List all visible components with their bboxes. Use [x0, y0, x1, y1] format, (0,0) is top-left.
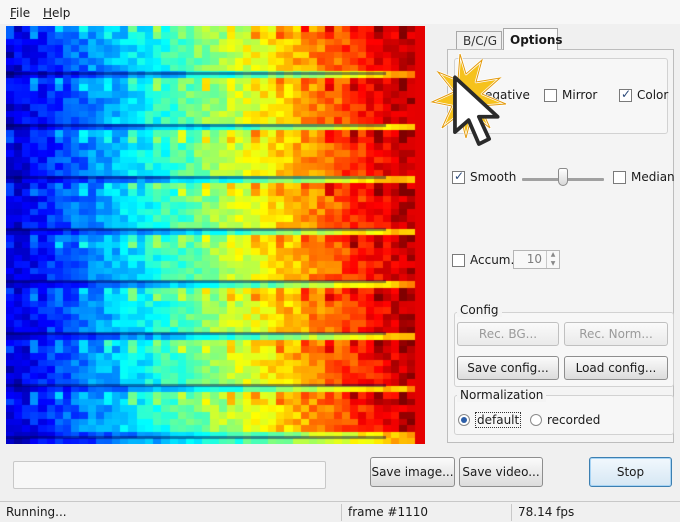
status-bar: Running... frame #1110 78.14 fps	[0, 501, 680, 521]
smooth-box[interactable]	[452, 169, 465, 184]
accum-checkbox[interactable]: Accum.	[452, 252, 514, 268]
rec-norm-button[interactable]: Rec. Norm...	[564, 322, 668, 346]
status-state: Running...	[6, 505, 67, 519]
menu-bar: File Help	[0, 0, 680, 24]
color-checkbox[interactable]: Color	[619, 87, 668, 103]
mouse-cursor-icon	[453, 75, 500, 146]
status-fps: 78.14 fps	[518, 505, 575, 519]
default-radio-dot[interactable]	[458, 414, 470, 426]
accum-value[interactable]: 10	[514, 251, 546, 268]
camera-view	[6, 26, 425, 444]
mirror-box[interactable]	[544, 88, 557, 102]
recorded-radio-label: recorded	[547, 413, 601, 427]
accum-box[interactable]	[452, 253, 465, 267]
heatmap-image	[6, 26, 425, 444]
default-radio[interactable]: default	[458, 412, 522, 428]
smooth-label: Smooth	[470, 170, 517, 184]
default-radio-label: default	[475, 412, 522, 428]
spin-down-icon[interactable]: ▼	[547, 260, 559, 269]
recorded-radio-dot[interactable]	[530, 414, 542, 426]
mirror-label: Mirror	[562, 88, 598, 102]
menu-file[interactable]: File	[10, 6, 30, 20]
median-label: Median	[631, 170, 675, 184]
progress-field	[13, 461, 326, 489]
color-box[interactable]	[619, 87, 632, 102]
spin-up-icon[interactable]: ▲	[547, 251, 559, 260]
tab-options[interactable]: Options	[503, 28, 563, 50]
save-image-button[interactable]: Save image...	[370, 457, 455, 487]
rec-bg-button[interactable]: Rec. BG...	[457, 322, 559, 346]
save-video-button[interactable]: Save video...	[459, 457, 543, 487]
mirror-checkbox[interactable]: Mirror	[544, 87, 597, 103]
accum-spinbox[interactable]: 10 ▲ ▼	[513, 250, 560, 269]
accum-arrows[interactable]: ▲ ▼	[546, 251, 559, 268]
color-label: Color	[637, 88, 669, 102]
normalization-title: Normalization	[457, 388, 547, 402]
tab-bcg[interactable]: B/C/G	[456, 31, 502, 50]
load-config-button[interactable]: Load config...	[564, 356, 668, 380]
stop-button[interactable]: Stop	[589, 457, 672, 487]
median-checkbox[interactable]: Median	[613, 169, 675, 185]
config-title: Config	[457, 303, 502, 317]
smooth-checkbox[interactable]: Smooth	[452, 169, 516, 185]
median-box[interactable]	[613, 170, 626, 184]
save-config-button[interactable]: Save config...	[457, 356, 559, 380]
recorded-radio[interactable]: recorded	[530, 412, 600, 428]
smooth-slider-thumb[interactable]	[558, 168, 568, 186]
accum-label: Accum.	[470, 253, 515, 267]
menu-help[interactable]: Help	[43, 6, 70, 20]
status-frame: frame #1110	[348, 505, 428, 519]
